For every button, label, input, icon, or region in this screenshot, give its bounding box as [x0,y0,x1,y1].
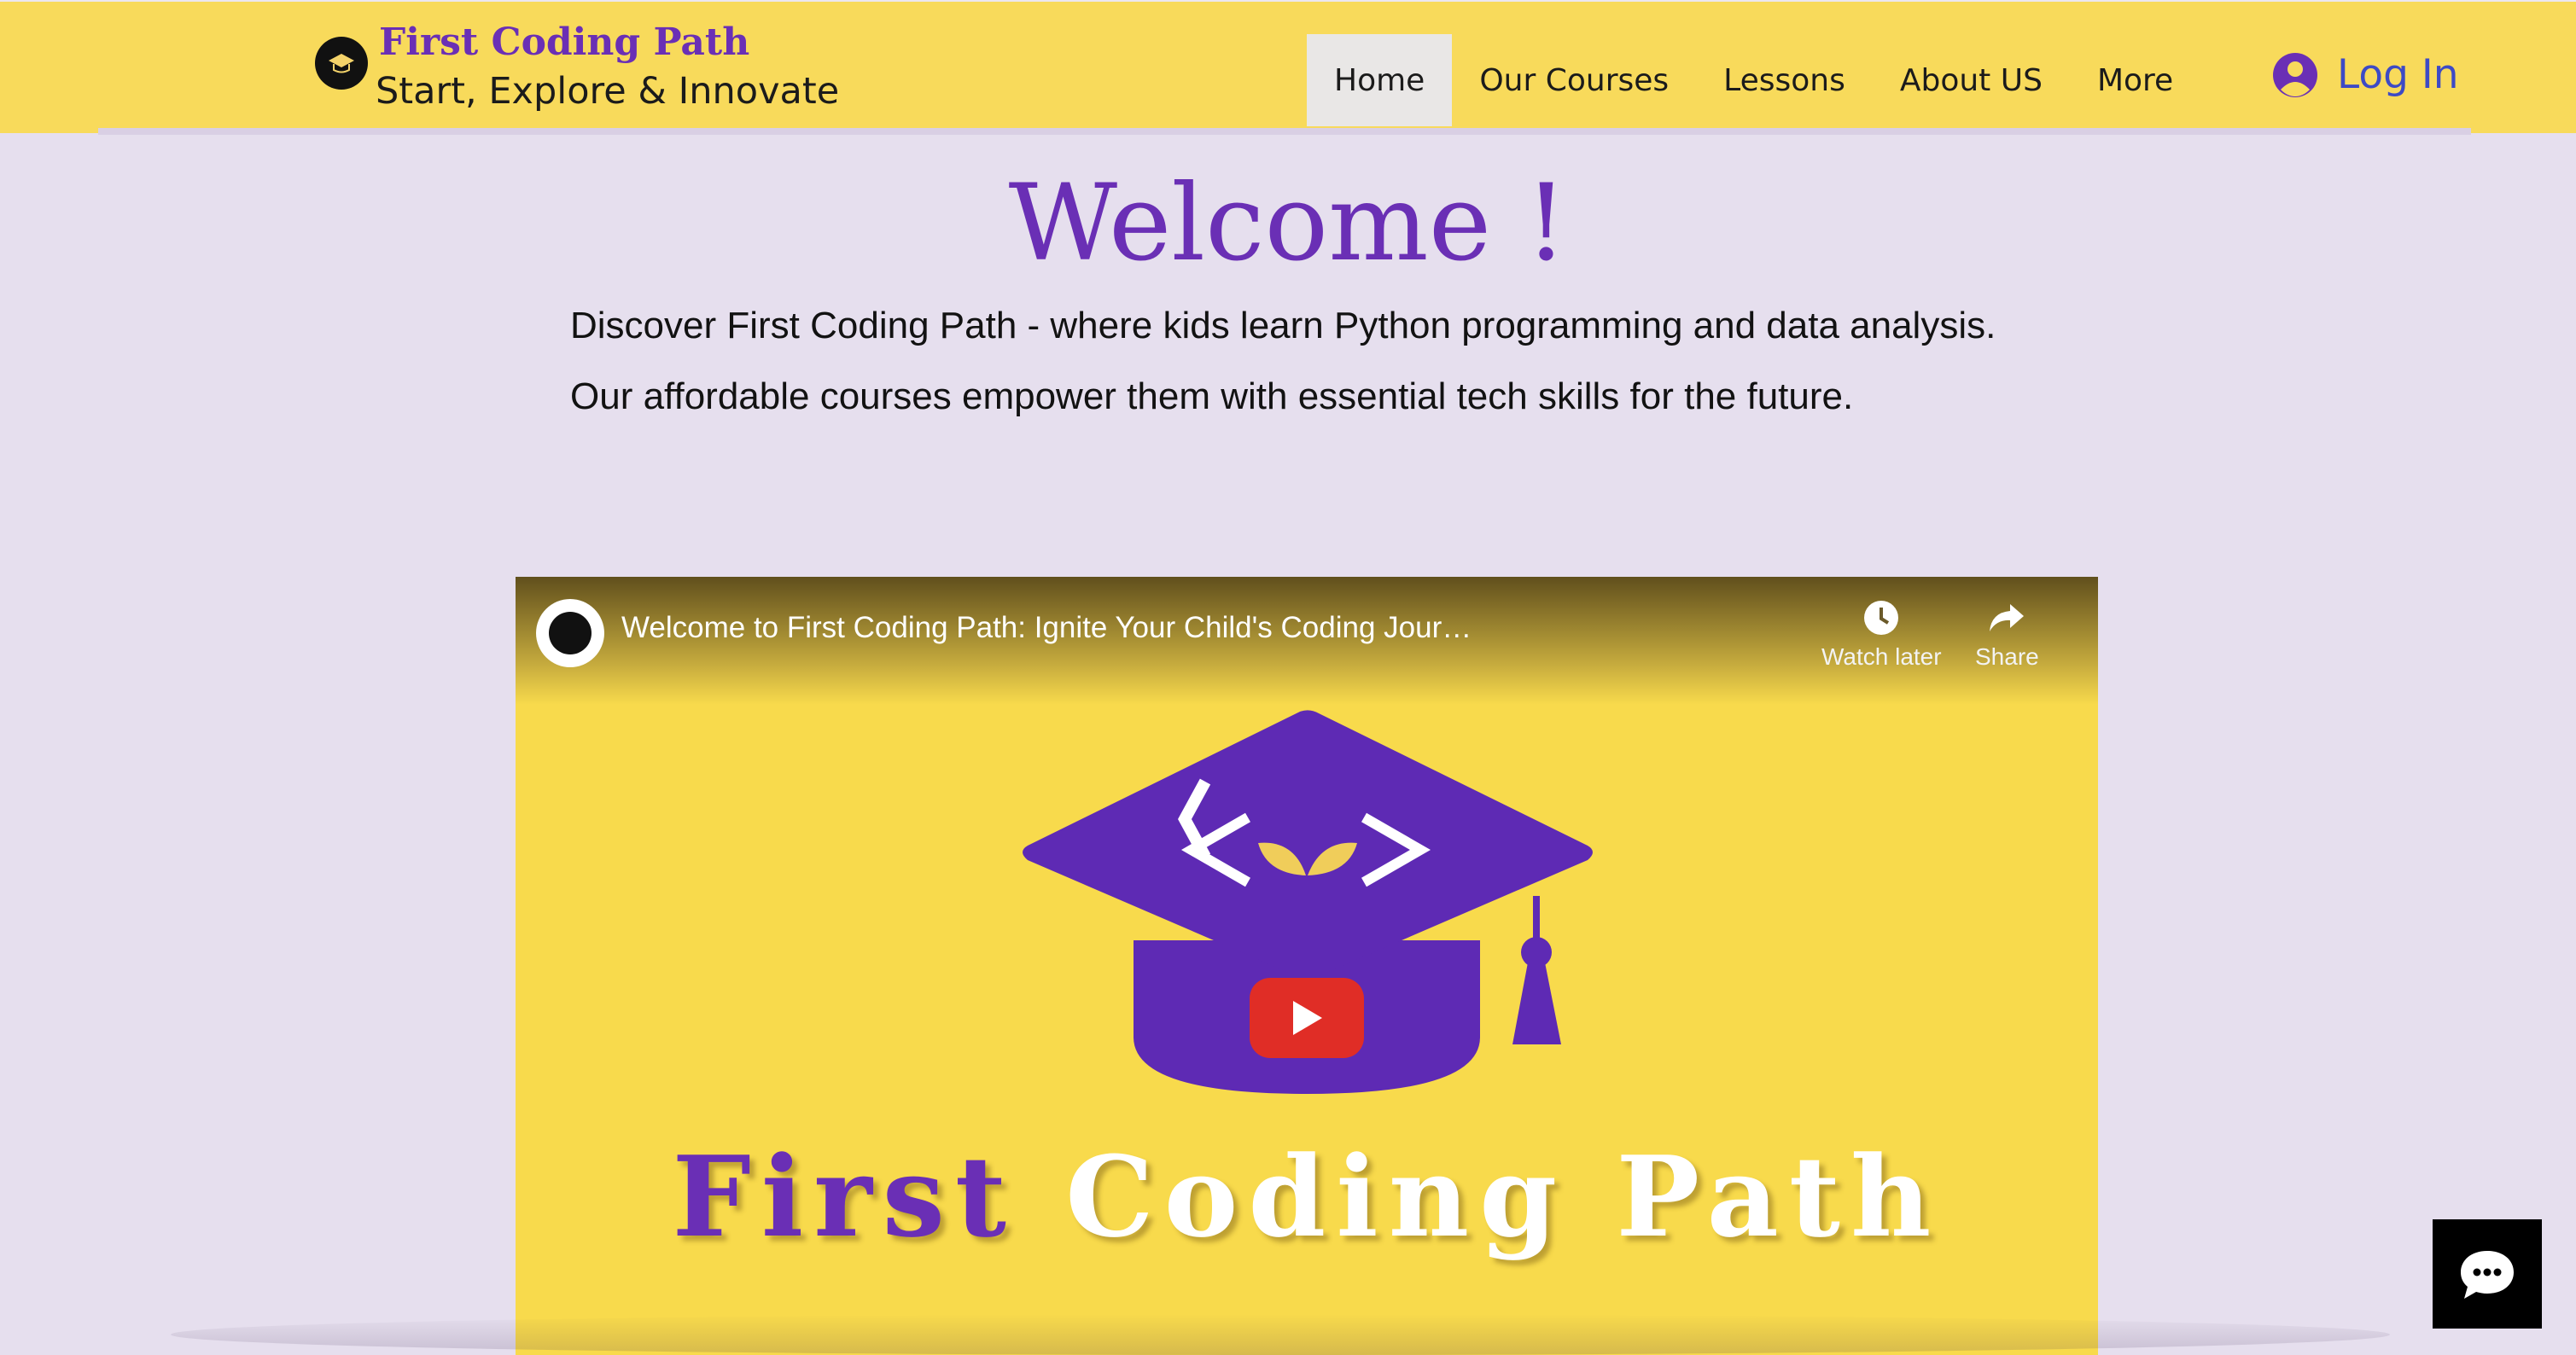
login-button[interactable]: Log In [2272,51,2459,98]
nav-item-lessons[interactable]: Lessons [1696,34,1873,126]
intro-paragraph: Discover First Coding Path - where kids … [570,305,1996,417]
share-button[interactable]: Share [1975,599,2039,671]
thumbnail-word-coding-path: Coding Path [1065,1131,1942,1262]
nav-item-more[interactable]: More [2070,34,2200,126]
clock-icon [1864,601,1899,635]
channel-avatar[interactable] [536,599,604,667]
watch-later-button[interactable]: Watch later [1821,599,1942,671]
brand-tagline: Start, Explore & Innovate [376,70,840,113]
brand-title[interactable]: First Coding Path [379,20,749,64]
nav-item-about-us[interactable]: About US [1873,34,2070,126]
watch-later-label: Watch later [1821,643,1942,670]
welcome-heading: Welcome ! [1008,162,1568,285]
share-arrow-icon [1990,604,2025,631]
nav-item-our-courses[interactable]: Our Courses [1452,34,1696,126]
nav-item-home[interactable]: Home [1307,34,1453,126]
play-button[interactable] [1250,978,1364,1058]
site-header: First Coding Path Start, Explore & Innov… [0,0,2576,133]
chat-bubble-icon [2461,1251,2514,1299]
thumbnail-word-first: First [672,1131,1017,1262]
thumbnail-brand-text: First Coding Path [516,1131,2098,1262]
play-icon [1293,1001,1322,1035]
header-divider [98,128,2471,135]
main-nav: Home Our Courses Lessons About US More [1307,34,2200,126]
chat-widget-button[interactable] [2433,1219,2542,1329]
site-logo-icon[interactable] [315,37,368,90]
video-player[interactable]: Welcome to First Coding Path: Ignite You… [516,577,2098,1355]
bottom-shadow [171,1314,2390,1355]
share-label: Share [1975,643,2039,670]
user-avatar-icon [2273,52,2317,97]
login-label: Log In [2337,51,2459,98]
video-title[interactable]: Welcome to First Coding Path: Ignite You… [621,611,1475,645]
